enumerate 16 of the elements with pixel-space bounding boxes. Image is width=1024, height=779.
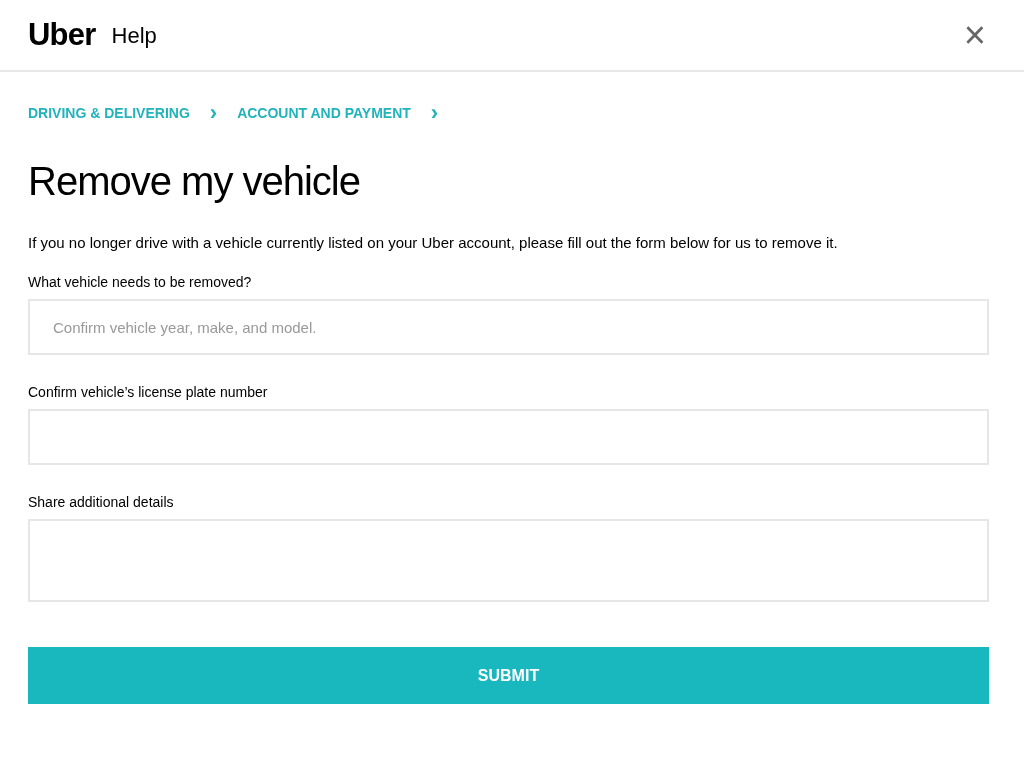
input-field[interactable] — [28, 409, 989, 465]
header-title: Help — [111, 21, 157, 50]
field-label: Confirm vehicle’s license plate number — [28, 383, 269, 401]
submit-button[interactable]: SUBMIT — [28, 647, 989, 704]
chevron-icon: › — [209, 102, 218, 124]
chevron-icon: › — [430, 102, 439, 124]
field-label: What vehicle needs to be removed? — [28, 273, 253, 291]
field-label: Share additional details — [28, 493, 175, 511]
details-field[interactable] — [28, 519, 989, 602]
breadcrumb-link[interactable]: DRIVING & DELIVERING — [28, 102, 190, 124]
close-button[interactable]: × — [963, 16, 986, 54]
input-field[interactable]: Confirm vehicle year, make, and model. — [28, 299, 989, 355]
intro-text: If you no longer drive with a vehicle currently listed on your Uber account, please fill out the form below for us to remove it. — [28, 233, 839, 253]
logo[interactable]: Uber — [28, 11, 96, 59]
page-title: Remove my vehicle — [28, 158, 361, 205]
breadcrumb-link[interactable]: ACCOUNT AND PAYMENT — [237, 102, 411, 124]
